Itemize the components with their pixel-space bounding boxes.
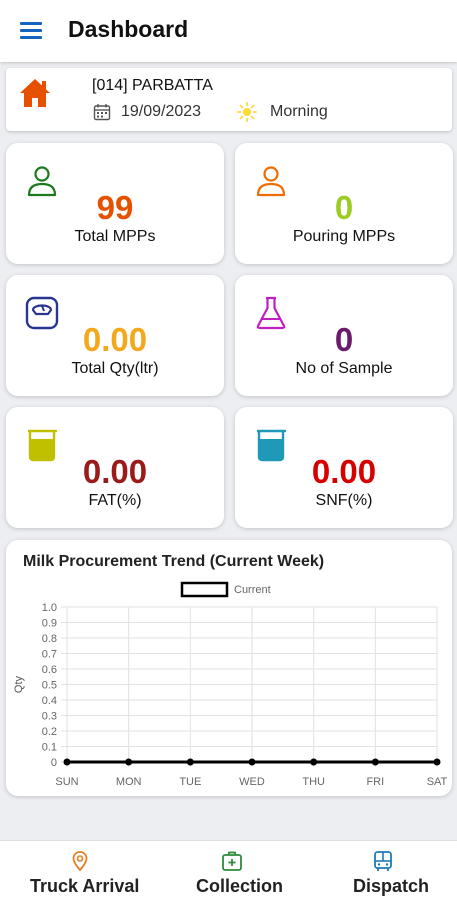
x-tick-label: FRI [366, 776, 384, 788]
nav-collection[interactable]: Collection [180, 841, 300, 900]
home-icon [20, 79, 50, 107]
app-bar: Dashboard [0, 0, 457, 62]
y-tick-label: 0.3 [42, 711, 57, 723]
stat-label: No of Sample [295, 360, 393, 377]
stat-label: Total MPPs [74, 228, 156, 245]
data-point [63, 758, 71, 766]
stat-label: FAT(%) [88, 492, 142, 509]
y-tick-label: 0.9 [42, 618, 57, 630]
x-tick-label: TUE [179, 776, 201, 788]
hamburger-menu-icon[interactable] [20, 22, 42, 40]
nav-truck-arrival[interactable]: Truck Arrival [20, 841, 150, 900]
y-tick-label: 0.1 [42, 742, 57, 754]
stat-card-snf[interactable]: 0.00 SNF(%) [235, 407, 453, 528]
stat-value: 0.00 [311, 453, 377, 490]
stat-value: 0.00 [82, 321, 148, 358]
data-point [248, 758, 256, 766]
x-tick-label: SUN [55, 776, 78, 788]
stat-value: 0 [334, 321, 354, 358]
bottom-navigation: Truck Arrival Collection Dispatch [0, 840, 457, 900]
data-point [371, 758, 379, 766]
date-text: 19/09/2023 [121, 103, 202, 120]
sun-icon [237, 102, 257, 122]
y-tick-label: 0 [51, 757, 57, 769]
y-tick-label: 0.8 [42, 633, 57, 645]
stat-label: Pouring MPPs [292, 228, 396, 245]
x-tick-label: THU [302, 776, 325, 788]
data-point [433, 758, 441, 766]
nav-label: Dispatch [353, 876, 430, 896]
trend-chart: 0 0.1 0.2 0.3 0.4 0.5 0.6 0.7 0.8 0.9 1.0 SUN MON TUE… [13, 581, 448, 788]
y-tick-label: 1.0 [42, 602, 57, 614]
x-tick-label: WED [239, 776, 265, 788]
y-tick-label: 0.5 [42, 680, 57, 692]
stat-label: Total Qty(ltr) [71, 360, 159, 377]
data-point [310, 758, 318, 766]
stat-value: 99 [96, 189, 134, 226]
stat-card-total-mpps[interactable]: 99 Total MPPs [6, 143, 224, 264]
legend-label: Current [234, 584, 271, 596]
stat-card-no-of-sample[interactable]: 0 No of Sample [235, 275, 453, 396]
stat-card-pouring-mpps[interactable]: 0 Pouring MPPs [235, 143, 453, 264]
x-tick-label: MON [116, 776, 142, 788]
y-axis-label: Qty [13, 675, 25, 693]
location-pin-icon [72, 851, 88, 872]
page-title: Dashboard [68, 16, 189, 42]
y-tick-label: 0.2 [42, 726, 57, 738]
nav-dispatch[interactable]: Dispatch [340, 841, 440, 900]
legend-swatch [180, 581, 229, 598]
stat-card-total-qty[interactable]: 0.00 Total Qty(ltr) [6, 275, 224, 396]
stat-card-fat[interactable]: 0.00 FAT(%) [6, 407, 224, 528]
mpp-info-card: [014] PARBATTA 19/09/2023 Morning [6, 68, 452, 131]
bus-icon [374, 851, 392, 871]
stat-label: SNF(%) [315, 492, 373, 509]
mpp-name: [014] PARBATTA [92, 77, 213, 94]
data-point [125, 758, 133, 766]
y-tick-label: 0.6 [42, 664, 57, 676]
stat-value: 0 [334, 189, 354, 226]
chart-card: Milk Procurement Trend (Current Week) 00… [6, 540, 452, 796]
x-tick-label: SAT [427, 776, 448, 788]
data-point [186, 758, 194, 766]
shift-text: Morning [270, 103, 328, 120]
stat-value: 0.00 [82, 453, 148, 490]
calendar-icon [93, 104, 111, 121]
medical-bag-icon [222, 851, 242, 871]
nav-label: Truck Arrival [30, 876, 140, 896]
nav-label: Collection [196, 876, 284, 896]
y-tick-label: 0.4 [42, 695, 57, 707]
y-tick-label: 0.7 [42, 649, 57, 661]
